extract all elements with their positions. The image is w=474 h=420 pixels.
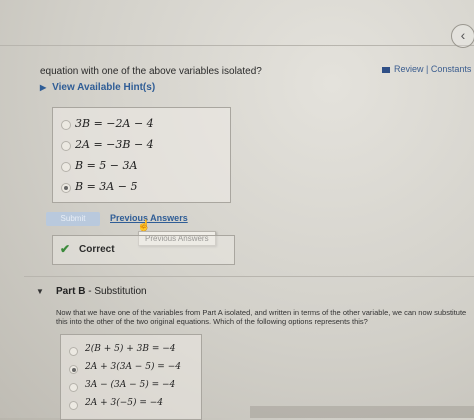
hint-link-label: View Available Hint(s): [52, 82, 156, 93]
review-constants-link[interactable]: Review | Constants | Pe: [382, 64, 474, 74]
radio-button[interactable]: [61, 162, 71, 172]
correct-feedback: ✔ Correct: [52, 235, 235, 265]
choice-label: B = 5 − 3A: [75, 159, 138, 172]
part-b-description: Now that we have one of the variables fr…: [56, 308, 467, 326]
radio-button[interactable]: [69, 383, 78, 392]
choice-label: 3B = −2A − 4: [75, 117, 154, 130]
choice-label: B = 3A − 5: [75, 180, 138, 193]
choice-option-selected[interactable]: B = 3A − 5: [53, 179, 230, 199]
choice-option[interactable]: 2A = −3B − 4: [53, 137, 230, 157]
radio-button[interactable]: [61, 141, 71, 151]
page: ‹ equation with one of the above variabl…: [0, 0, 474, 420]
radio-button-selected[interactable]: [69, 365, 78, 374]
question-text: equation with one of the above variables…: [40, 66, 262, 77]
part-b-subtitle: - Substitution: [85, 286, 147, 297]
choice-option[interactable]: 3A − (3A − 5) = −4: [61, 379, 201, 397]
section-divider: [24, 276, 474, 277]
view-hints-link[interactable]: ▶ View Available Hint(s): [40, 82, 155, 93]
caret-down-icon[interactable]: ▼: [36, 287, 44, 296]
choice-label: 2A + 3(3A − 5) = −4: [85, 362, 181, 372]
choice-option[interactable]: 2A + 3(−5) = −4: [61, 397, 201, 415]
feedback-label: Correct: [79, 244, 115, 255]
choice-option[interactable]: 3B = −2A − 4: [53, 116, 230, 136]
review-icon: [382, 66, 390, 73]
choice-label: 3A − (3A − 5) = −4: [85, 380, 176, 390]
radio-button[interactable]: [69, 401, 78, 410]
part-b-choices: 2(B + 5) + 3B = −4 2A + 3(3A − 5) = −4 3…: [60, 334, 202, 420]
top-divider: [0, 45, 474, 46]
choice-label: 2A = −3B − 4: [75, 138, 154, 151]
choice-label: 2(B + 5) + 3B = −4: [85, 344, 176, 354]
part-b-title[interactable]: Part B - Substitution: [56, 286, 147, 297]
choice-option-selected[interactable]: 2A + 3(3A − 5) = −4: [61, 361, 201, 379]
radio-button[interactable]: [61, 120, 71, 130]
choice-label: 2A + 3(−5) = −4: [85, 398, 164, 408]
choice-option[interactable]: 2(B + 5) + 3B = −4: [61, 343, 201, 361]
radio-button[interactable]: [69, 347, 78, 356]
caret-right-icon: ▶: [40, 83, 47, 92]
check-icon: ✔: [60, 242, 71, 256]
submit-button[interactable]: Submit: [46, 212, 100, 226]
taskbar-strip: [250, 406, 474, 418]
part-b-label: Part B: [56, 286, 86, 297]
review-link-label: Review | Constants | Pe: [394, 64, 474, 74]
chevron-left-icon[interactable]: ‹: [451, 24, 474, 48]
choice-option[interactable]: B = 5 − 3A: [53, 158, 230, 178]
part-a-choices: 3B = −2A − 4 2A = −3B − 4 B = 5 − 3A B =…: [52, 107, 231, 203]
radio-button-selected[interactable]: [61, 183, 71, 193]
